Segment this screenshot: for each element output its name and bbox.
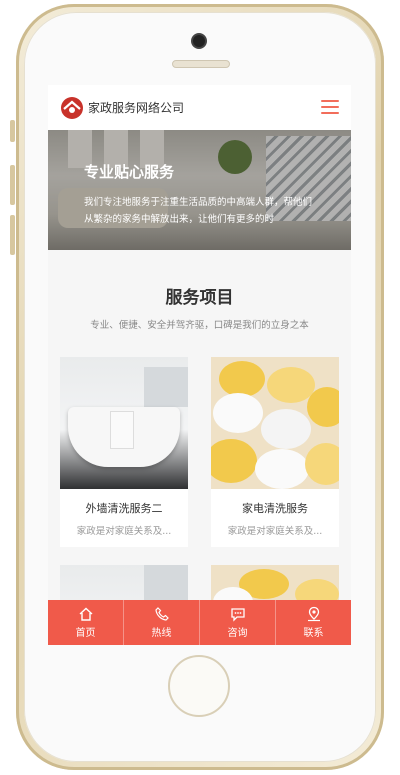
section-title: 服务项目: [165, 288, 234, 308]
site-header: 家政服务网络公司: [48, 85, 351, 130]
brand-name[interactable]: 家政服务网络公司: [88, 99, 184, 116]
front-camera: [193, 35, 205, 47]
service-desc: 家政是对家庭关系及...: [76, 526, 172, 537]
home-icon: [79, 607, 92, 621]
logo-icon[interactable]: [60, 96, 84, 120]
menu-icon[interactable]: [321, 100, 339, 114]
nav-hotline[interactable]: 热线: [123, 600, 199, 645]
bathtub-image[interactable]: [60, 565, 188, 605]
service-desc: 家政是对家庭关系及...: [227, 526, 323, 537]
towels-image[interactable]: [211, 357, 339, 489]
nav-label: 首页: [75, 628, 96, 639]
nav-label: 联系: [303, 628, 324, 639]
service-card[interactable]: 家电清洗服务 家政是对家庭关系及...: [211, 357, 339, 547]
towels-image[interactable]: [211, 565, 339, 605]
hero-banner[interactable]: 专业贴心服务 我们专注地服务于注重生活品质的中高端人群，帮他们从繁杂的家务中解放…: [48, 130, 351, 250]
location-icon: [307, 606, 320, 622]
nav-contact[interactable]: 联系: [275, 600, 351, 645]
nav-home[interactable]: 首页: [48, 600, 123, 645]
mute-switch: [10, 120, 15, 142]
bottom-nav: 首页 热线 咨询 联系: [48, 600, 351, 645]
hero-title: 专业贴心服务: [84, 163, 175, 181]
hero-overlay: [48, 130, 351, 250]
hero-text: 我们专注地服务于注重生活品质的中高端人群，帮他们从繁杂的家务中解放出来，让他们有…: [84, 197, 313, 225]
nav-label: 热线: [151, 628, 172, 639]
service-card[interactable]: 外墙清洗服务二 家政是对家庭关系及...: [60, 357, 188, 547]
section-subtitle: 专业、便捷、安全并驾齐驱，口碑是我们的立身之本: [90, 320, 309, 331]
volume-up-button: [10, 165, 15, 205]
bathtub-image[interactable]: [60, 357, 188, 489]
nav-consult[interactable]: 咨询: [199, 600, 275, 645]
chat-icon: [230, 608, 245, 622]
service-card[interactable]: [60, 565, 188, 605]
nav-label: 咨询: [227, 628, 248, 639]
volume-down-button: [10, 215, 15, 255]
phone-screen: 家政服务网络公司 专业贴心服务 我们专注地服务于注重生活品质的中高端人群，帮他们…: [48, 85, 351, 645]
service-name[interactable]: 家电清洗服务: [211, 500, 339, 516]
earpiece-speaker: [172, 60, 230, 68]
service-name[interactable]: 外墙清洗服务二: [60, 500, 188, 516]
phone-icon: [154, 607, 169, 621]
service-card[interactable]: [211, 565, 339, 605]
home-button[interactable]: [168, 655, 230, 717]
